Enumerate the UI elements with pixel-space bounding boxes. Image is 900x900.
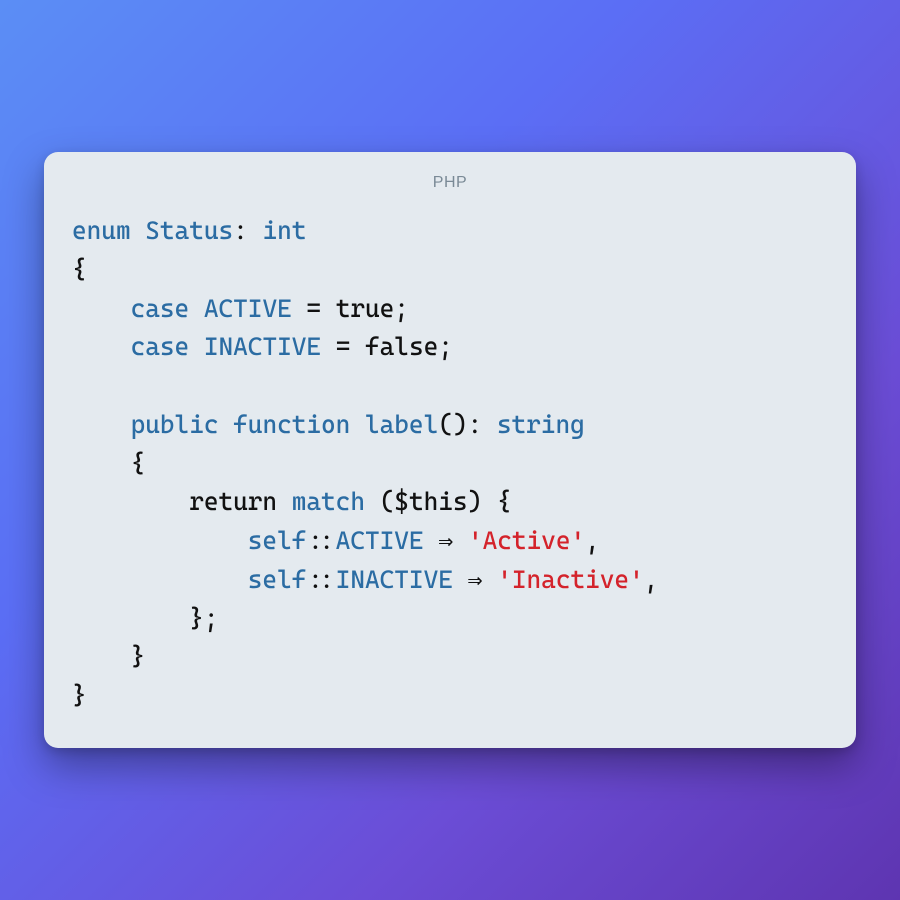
comma: ,	[644, 565, 659, 594]
str-inactive: 'Inactive'	[497, 565, 643, 594]
str-active: 'Active'	[468, 526, 585, 555]
val-false: false	[365, 332, 438, 361]
type-int: int	[262, 216, 306, 245]
kw-self: self	[248, 565, 307, 594]
const-inactive: INACTIVE	[204, 332, 321, 361]
parens: ()	[438, 410, 467, 439]
brace-open: {	[72, 255, 87, 284]
semicolon: ;	[394, 294, 409, 323]
colon: :	[233, 216, 248, 245]
comma: ,	[585, 526, 600, 555]
code-block: enum Status: int { case ACTIVE = true; c…	[72, 212, 828, 716]
class-name: Status	[145, 216, 233, 245]
language-label: PHP	[72, 174, 828, 192]
code-card: PHP enum Status: int { case ACTIVE = tru…	[44, 152, 856, 748]
semicolon: ;	[438, 332, 453, 361]
arrow: ⇒	[438, 526, 453, 555]
arrow: ⇒	[468, 565, 483, 594]
brace-close: }	[131, 642, 146, 671]
brace-close-semi: };	[189, 604, 218, 633]
colon: :	[468, 410, 483, 439]
double-colon: ::	[306, 526, 335, 555]
kw-return: return	[189, 487, 277, 516]
kw-enum: enum	[72, 216, 131, 245]
kw-case: case	[131, 332, 190, 361]
var-this: $this	[394, 487, 467, 516]
kw-public: public	[131, 410, 219, 439]
brace-open: {	[497, 487, 512, 516]
kw-case: case	[131, 294, 190, 323]
kw-function: function	[233, 410, 350, 439]
brace-close: }	[72, 681, 87, 710]
brace-open: {	[131, 449, 146, 478]
kw-self: self	[248, 526, 307, 555]
const-active: ACTIVE	[204, 294, 292, 323]
const-active: ACTIVE	[336, 526, 424, 555]
const-inactive: INACTIVE	[336, 565, 453, 594]
double-colon: ::	[306, 565, 335, 594]
val-true: true	[336, 294, 395, 323]
fn-label: label	[365, 410, 438, 439]
eq: =	[306, 294, 321, 323]
kw-match: match	[292, 487, 365, 516]
type-string: string	[497, 410, 585, 439]
eq: =	[336, 332, 351, 361]
paren-open: (	[380, 487, 395, 516]
paren-close: )	[468, 487, 483, 516]
